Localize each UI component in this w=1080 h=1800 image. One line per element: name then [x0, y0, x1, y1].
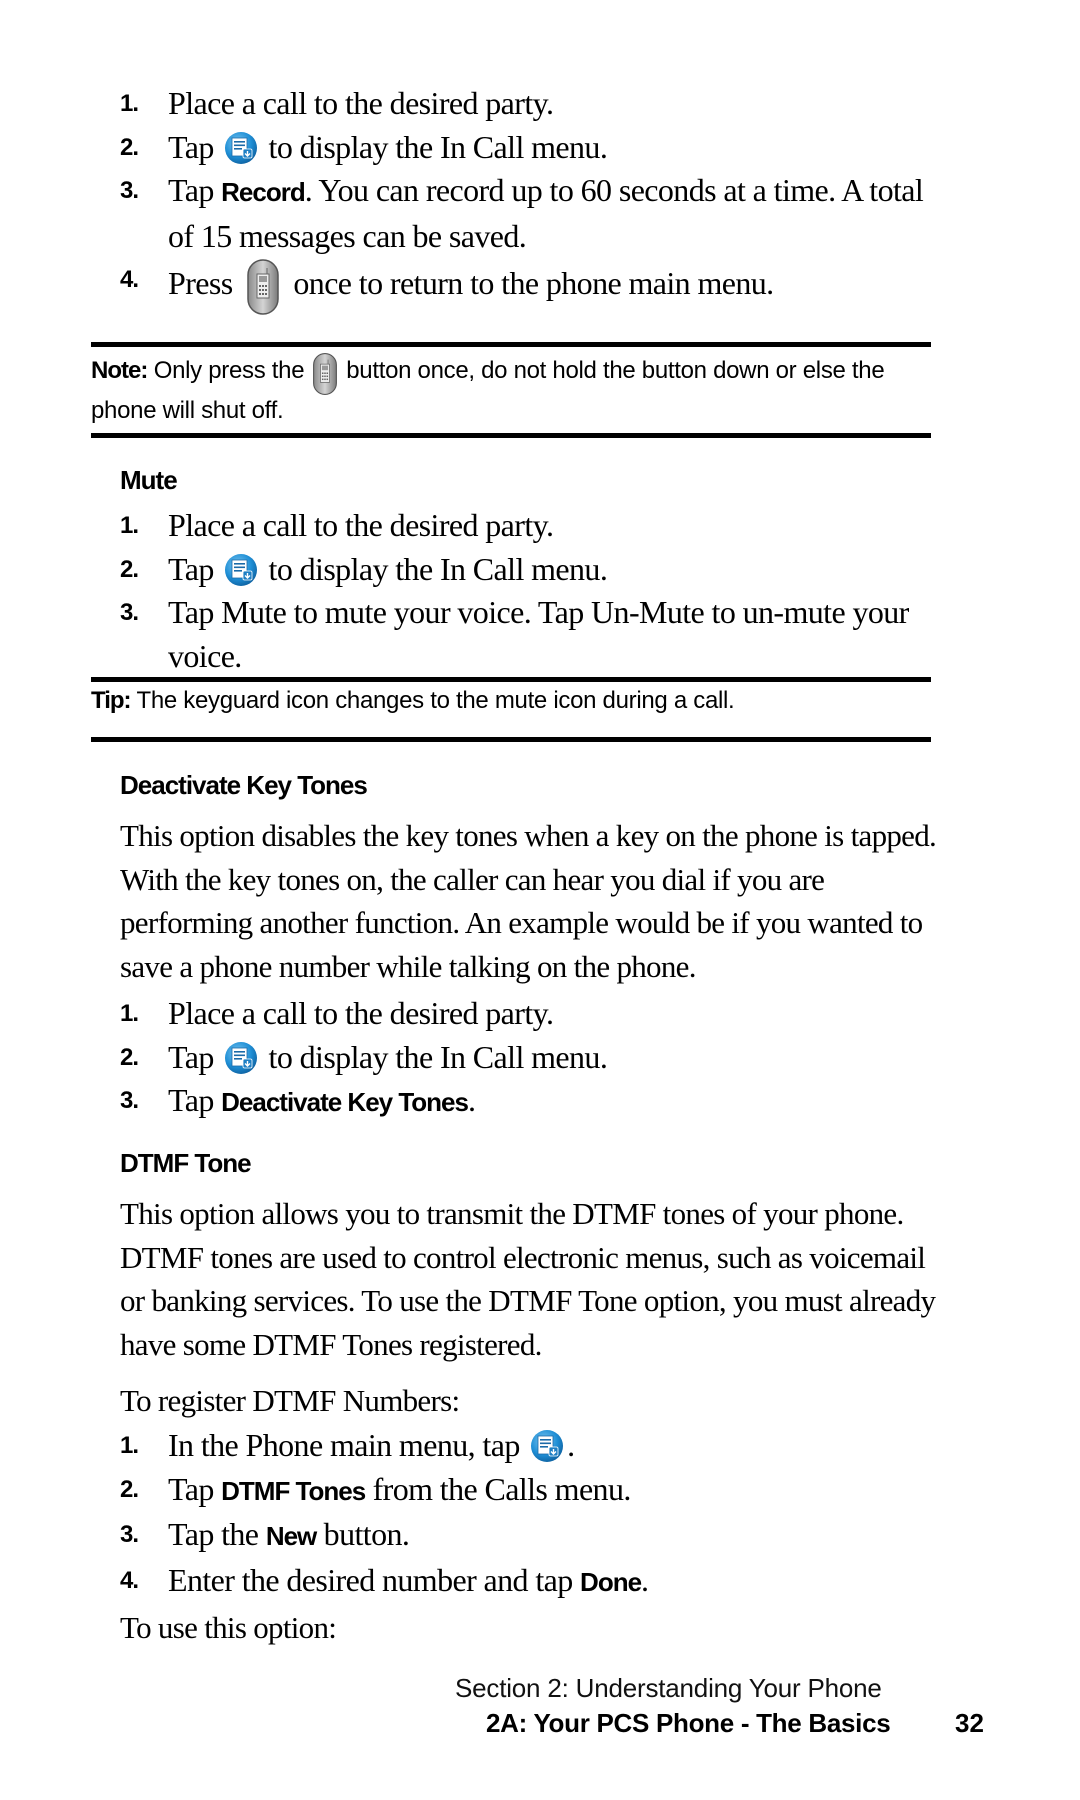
tip: Tip: The keyguard icon changes to the mu…: [91, 686, 941, 716]
list-item: 1. Place a call to the desired party.: [120, 504, 940, 548]
step-text: Enter the desired number and tap: [168, 1561, 581, 1598]
list-item: 4. Enter the desired number and tap Done…: [120, 1559, 940, 1605]
step-text: from the Calls menu.: [365, 1470, 632, 1507]
step-text: Place a call to the desired party.: [168, 85, 554, 121]
dtmf-paragraph: This option allows you to transmit the D…: [120, 1196, 936, 1362]
list-item: 2. Tap to display the In Call menu.: [120, 126, 940, 170]
list-item: 2. Tap DTMF Tones from the Calls menu.: [120, 1468, 940, 1514]
step-text: Tap: [168, 1470, 222, 1507]
end-key-icon: [246, 258, 280, 316]
note-text: Only press the: [153, 357, 305, 384]
in-call-menu-icon: [224, 1041, 258, 1075]
in-call-menu-icon: [224, 553, 258, 587]
step-text: button.: [316, 1516, 410, 1552]
step-text: .: [567, 1427, 575, 1463]
step-bold: Record: [221, 177, 306, 207]
step-text: Tap: [168, 172, 222, 208]
step-text: once to return to the phone main menu.: [293, 265, 774, 301]
list-item: 3. Tap Record. You can record up to 60 s…: [120, 169, 940, 258]
dtmf-use-intro: To use this option:: [120, 1610, 337, 1645]
step-text: to display the In Call menu.: [268, 550, 608, 587]
step-text: Place a call to the desired party.: [168, 995, 554, 1031]
section-heading-mute: Mute: [120, 465, 178, 495]
record-steps: 1. Place a call to the desired party. 2.…: [120, 82, 940, 316]
note-bottom-rule: [91, 433, 931, 438]
step-text: Tap: [168, 550, 214, 587]
step-text: Tap: [168, 1082, 222, 1118]
footer-section: Section 2: Understanding Your Phone: [455, 1673, 882, 1703]
step-number: 1.: [120, 1000, 139, 1027]
tip-label: Tip:: [91, 687, 132, 714]
step-bold: Done: [580, 1566, 642, 1597]
list-item: 1. Place a call to the desired party.: [120, 82, 940, 126]
step-text: Place a call to the desired party.: [168, 507, 554, 543]
list-item: 4. Press once to return to the phone mai…: [120, 258, 940, 316]
page-number: 32: [955, 1708, 984, 1738]
step-number: 1.: [120, 1432, 139, 1459]
step-number: 3.: [120, 1521, 139, 1548]
step-number: 4.: [120, 266, 139, 293]
step-text: to display the In Call menu.: [268, 128, 608, 165]
end-key-icon: [312, 352, 338, 396]
step-text: Tap Mute to mute your voice. Tap Un-Mute…: [168, 594, 909, 674]
dtmf-register-intro: To register DTMF Numbers:: [120, 1383, 460, 1418]
step-text: Tap: [168, 128, 214, 165]
step-text: Tap the: [168, 1516, 266, 1552]
step-number: 2.: [120, 555, 139, 583]
step-number: 2.: [120, 1043, 139, 1071]
list-item: 1. Place a call to the desired party.: [120, 992, 940, 1036]
list-item: 3. Tap Deactivate Key Tones.: [120, 1079, 940, 1125]
step-text: Press: [168, 265, 233, 301]
in-call-menu-icon: [224, 131, 258, 165]
step-text: .: [641, 1561, 649, 1598]
tip-text: The keyguard icon changes to the mute ic…: [136, 687, 735, 714]
step-text: Tap: [168, 1038, 214, 1075]
list-item: 3. Tap the New button.: [120, 1513, 940, 1559]
footer-chapter: 2A: Your PCS Phone - The Basics: [486, 1708, 891, 1738]
dtmf-steps: 1. In the Phone main menu, tap . 2. Tap …: [120, 1424, 940, 1604]
step-number: 2.: [120, 133, 139, 161]
step-text: In the Phone main menu, tap: [168, 1427, 520, 1463]
step-number: 1.: [120, 90, 139, 117]
note-top-rule: [91, 342, 931, 347]
step-number: 3.: [120, 177, 139, 204]
list-item: 1. In the Phone main menu, tap .: [120, 1424, 940, 1468]
step-bold: DTMF Tones: [221, 1475, 366, 1506]
note-label: Note:: [91, 357, 148, 384]
tip-top-rule: [91, 677, 931, 682]
note: Note: Only press the button once, do not …: [91, 352, 941, 426]
step-bold: New: [265, 1521, 317, 1551]
step-number: 2.: [120, 1475, 139, 1503]
step-number: 4.: [120, 1566, 139, 1594]
mute-steps: 1. Place a call to the desired party. 2.…: [120, 504, 940, 678]
deactivate-steps: 1. Place a call to the desired party. 2.…: [120, 992, 940, 1125]
list-item: 2. Tap to display the In Call menu.: [120, 1036, 940, 1080]
in-call-menu-icon: [530, 1429, 564, 1463]
tip-bottom-rule: [91, 737, 931, 742]
deactivate-paragraph: This option disables the key tones when …: [120, 818, 937, 984]
list-item: 3. Tap Mute to mute your voice. Tap Un-M…: [120, 591, 940, 678]
step-text: to display the In Call menu.: [268, 1038, 608, 1075]
section-heading-dtmf-tone: DTMF Tone: [120, 1148, 252, 1178]
section-heading-deactivate-key-tones: Deactivate Key Tones: [120, 770, 368, 800]
step-number: 3.: [120, 599, 139, 626]
step-bold: Deactivate Key Tones: [221, 1087, 469, 1117]
list-item: 2. Tap to display the In Call menu.: [120, 548, 940, 592]
step-number: 3.: [120, 1087, 139, 1114]
step-number: 1.: [120, 512, 139, 539]
step-text: .: [467, 1082, 476, 1118]
